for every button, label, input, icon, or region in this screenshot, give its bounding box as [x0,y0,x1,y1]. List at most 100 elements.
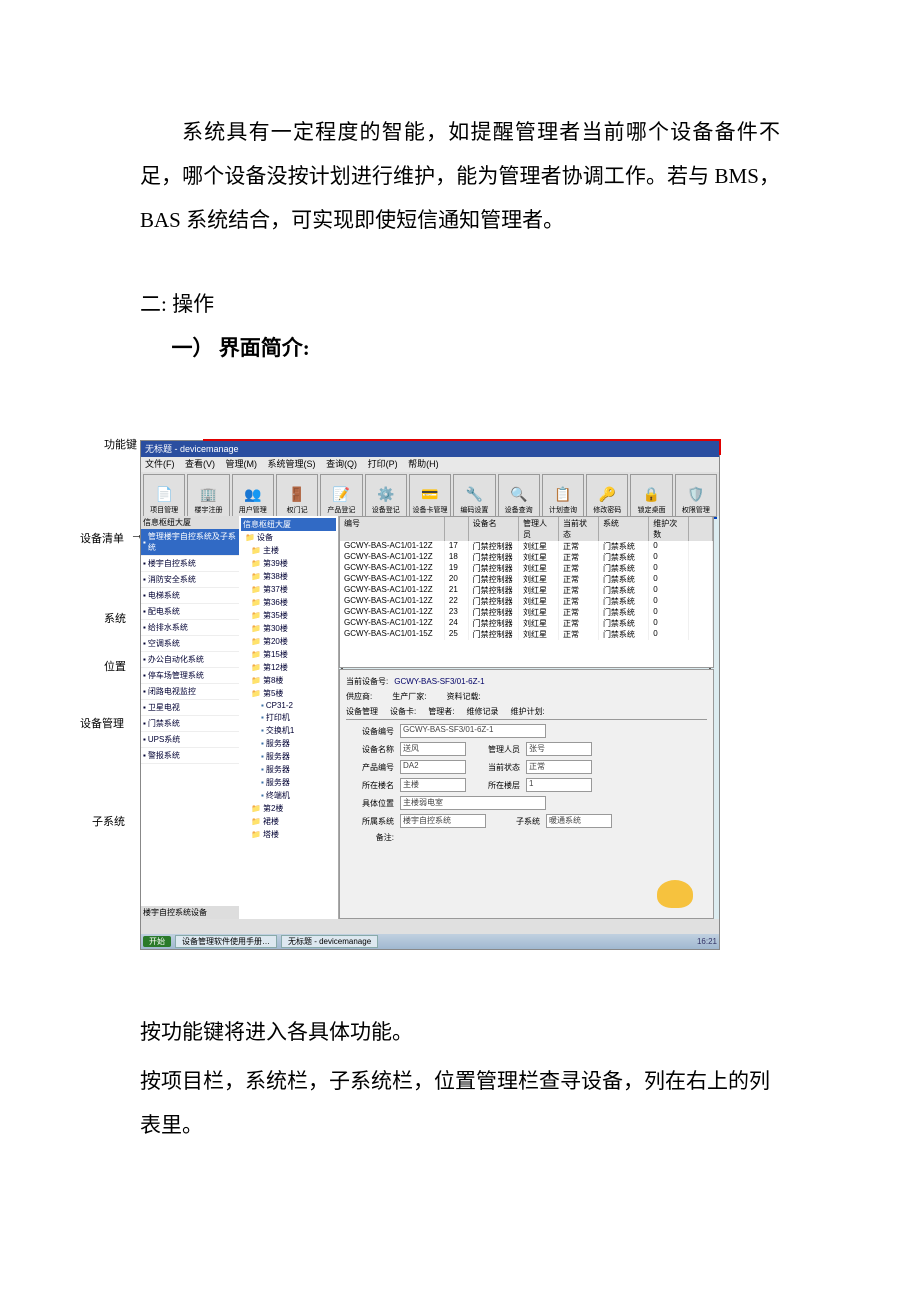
tree-child-1[interactable]: 打印机 [241,711,336,724]
school-register-button[interactable]: 🏢楼宇注册 [187,474,229,517]
tree-sub[interactable]: 设备 [241,531,336,544]
code-setting-button[interactable]: 🔧编码设置 [453,474,495,517]
list-header-2[interactable]: 设备名 [469,517,519,541]
fld-status[interactable]: 正常 [526,760,592,774]
product-register-button[interactable]: 📝产品登记 [320,474,362,517]
tree-floor-11[interactable]: 第5楼 [241,687,336,700]
taskbar-task-2[interactable]: 无标题 - devicemanage [281,935,378,948]
list-header-1[interactable] [445,517,469,541]
device-register-button[interactable]: ⚙️设备登记 [365,474,407,517]
list-header-3[interactable]: 管理人员 [519,517,559,541]
list-header-6[interactable]: 维护次数 [649,517,689,541]
tree-child-3[interactable]: 服务器 [241,737,336,750]
taskbar-task-1[interactable]: 设备管理软件使用手册… [175,935,277,948]
table-row[interactable]: GCWY-BAS-AC1/01-12Z21门禁控制器刘红星正常门禁系统0 [340,585,713,596]
card-manage-button[interactable]: 💳设备卡管理 [409,474,451,517]
tree-floor-4[interactable]: 第36楼 [241,596,336,609]
menu-manage[interactable]: 管理(M) [226,459,258,469]
list-header-4[interactable]: 当前状态 [559,517,599,541]
list-header-0[interactable]: 编号 [340,517,445,541]
list-header-5[interactable]: 系统 [599,517,649,541]
tree-more-0[interactable]: 第2楼 [241,802,336,815]
tab-device-manage[interactable]: 设备管理 [346,706,378,717]
menu-help[interactable]: 帮助(H) [408,459,439,469]
tree-child-7[interactable]: 终端机 [241,789,336,802]
sidebar-item-3[interactable]: ▪电梯系统 [141,588,239,604]
tree-child-0[interactable]: CP31-2 [241,700,336,711]
table-row[interactable]: GCWY-BAS-AC1/01-12Z22门禁控制器刘红星正常门禁系统0 [340,596,713,607]
tree-floor-5[interactable]: 第35楼 [241,609,336,622]
sidebar-item-7[interactable]: ▪办公自动化系统 [141,652,239,668]
tree-child-2[interactable]: 交换机1 [241,724,336,737]
sidebar-item-10[interactable]: ▪卫星电视 [141,700,239,716]
permission-button[interactable]: 🛡️权限管理 [675,474,717,517]
tab-data[interactable]: 资料记载: [446,691,480,702]
menu-query[interactable]: 查询(Q) [326,459,357,469]
sidebar-item-13[interactable]: ▪警报系统 [141,748,239,764]
device-query-button[interactable]: 🔍设备查询 [498,474,540,517]
table-row[interactable]: GCWY-BAS-AC1/01-12Z20门禁控制器刘红星正常门禁系统0 [340,574,713,585]
list-header-7[interactable] [689,517,713,541]
table-row[interactable]: GCWY-BAS-AC1/01-12Z23门禁控制器刘红星正常门禁系统0 [340,607,713,618]
tree-root[interactable]: 信息枢纽大厦 [241,518,336,531]
cell: GCWY-BAS-AC1/01-12Z [340,585,445,596]
tree-floor-2[interactable]: 第38楼 [241,570,336,583]
tab-device-card[interactable]: 设备卡: [390,706,416,717]
table-row[interactable]: GCWY-BAS-AC1/01-12Z19门禁控制器刘红星正常门禁系统0 [340,563,713,574]
fld-sys[interactable]: 楼宇自控系统 [400,814,486,828]
tab-supplier[interactable]: 供应商: [346,691,372,702]
user-manage-button[interactable]: 👥用户管理 [232,474,274,517]
tree-floor-10[interactable]: 第8楼 [241,674,336,687]
sidebar-item-5[interactable]: ▪给排水系统 [141,620,239,636]
menu-print[interactable]: 打印(P) [368,459,398,469]
sidebar-item-9[interactable]: ▪闭路电视监控 [141,684,239,700]
table-row[interactable]: GCWY-BAS-AC1/01-12Z24门禁控制器刘红星正常门禁系统0 [340,618,713,629]
sidebar-item-4[interactable]: ▪配电系统 [141,604,239,620]
tree-floor-9[interactable]: 第12楼 [241,661,336,674]
start-button[interactable]: 开始 [143,936,171,947]
tree-floor-1[interactable]: 第39楼 [241,557,336,570]
sidebar-item-6[interactable]: ▪空调系统 [141,636,239,652]
tab-manager[interactable]: 管理者: [428,706,454,717]
cell: 门禁控制器 [469,563,519,574]
fld-floor2[interactable]: 1 [526,778,592,792]
tree-child-4[interactable]: 服务器 [241,750,336,763]
tree-floor-8[interactable]: 第15楼 [241,648,336,661]
sidebar-item-8[interactable]: ▪停车场管理系统 [141,668,239,684]
tab-plan[interactable]: 维护计划: [510,706,544,717]
lock-desktop-button[interactable]: 🔒锁定桌面 [630,474,672,517]
sidebar-item-1[interactable]: ▪楼宇自控系统 [141,556,239,572]
tree-floor-7[interactable]: 第20楼 [241,635,336,648]
tree-floor-6[interactable]: 第30楼 [241,622,336,635]
door-card-button[interactable]: 🚪权门记 [276,474,318,517]
sidebar-item-12[interactable]: ▪UPS系统 [141,732,239,748]
fld-product-id[interactable]: DA2 [400,760,466,774]
sidebar-item-0[interactable]: ▪管理楼宇自控系统及子系统 [141,529,239,556]
table-row[interactable]: GCWY-BAS-AC1/01-12Z17门禁控制器刘红星正常门禁系统0 [340,541,713,552]
table-row[interactable]: GCWY-BAS-AC1/01-12Z18门禁控制器刘红星正常门禁系统0 [340,552,713,563]
project-manage-button[interactable]: 📄项目管理 [143,474,185,517]
fld-device-name[interactable]: 送风 [400,742,466,756]
tree-floor-3[interactable]: 第37楼 [241,583,336,596]
table-row[interactable]: GCWY-BAS-AC1/01-15Z25门禁控制器刘红星正常门禁系统0 [340,629,713,640]
tree-floor-0[interactable]: 主楼 [241,544,336,557]
fld-floor[interactable]: 主楼 [400,778,466,792]
tree-child-5[interactable]: 服务器 [241,763,336,776]
sidebar-item-11[interactable]: ▪门禁系统 [141,716,239,732]
menu-bar[interactable]: 文件(F) 查看(V) 管理(M) 系统管理(S) 查询(Q) 打印(P) 帮助… [141,457,719,472]
menu-file[interactable]: 文件(F) [145,459,175,469]
plan-query-button[interactable]: 📋计划查询 [542,474,584,517]
tree-more-2[interactable]: 塔楼 [241,828,336,841]
tree-child-6[interactable]: 服务器 [241,776,336,789]
fld-device-id[interactable]: GCWY-BAS-SF3/01-6Z-1 [400,724,546,738]
tab-repair[interactable]: 维修记录 [466,706,498,717]
menu-sysmanage[interactable]: 系统管理(S) [268,459,316,469]
fld-manager[interactable]: 张号 [526,742,592,756]
fld-pos[interactable]: 主楼弱电室 [400,796,546,810]
change-pwd-button[interactable]: 🔑修改密码 [586,474,628,517]
tree-more-1[interactable]: 裙楼 [241,815,336,828]
fld-subsys[interactable]: 暖通系统 [546,814,612,828]
menu-view[interactable]: 查看(V) [185,459,215,469]
tab-manufacturer[interactable]: 生产厂家: [392,691,426,702]
sidebar-item-2[interactable]: ▪消防安全系统 [141,572,239,588]
